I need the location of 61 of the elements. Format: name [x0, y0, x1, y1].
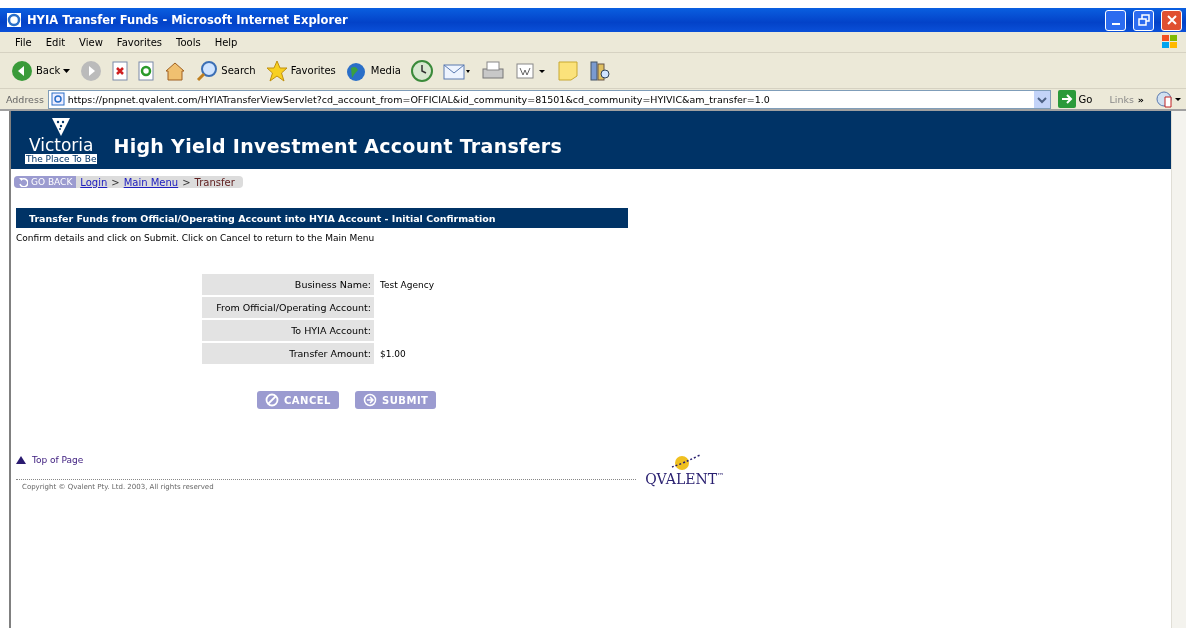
menu-item[interactable]: View	[72, 36, 110, 48]
address-field[interactable]: https://pnpnet.qvalent.com/HYIATransferViewServlet?cd_account_from=OFFICIAL&id_community=81501&cd_community=HYIVIC&am_transfer=1.0	[47, 89, 1051, 109]
breadcrumb-link[interactable]: Login	[80, 176, 108, 188]
minimize-button[interactable]	[1105, 9, 1126, 31]
restore-icon	[1137, 14, 1150, 26]
menu-item[interactable]: File	[8, 36, 39, 48]
field-value: $1.00	[380, 347, 407, 361]
up-triangle-icon	[16, 456, 26, 464]
go-button[interactable]: Go	[1054, 90, 1096, 108]
back-button[interactable]: Back	[8, 59, 74, 82]
minimize-icon	[1111, 23, 1120, 25]
menu-item[interactable]: Edit	[38, 36, 73, 48]
breadcrumb-separator: >	[182, 176, 191, 188]
logo-text: Victoria	[28, 136, 94, 154]
back-icon	[11, 59, 33, 82]
state-map-icon	[50, 116, 73, 137]
cancel-icon	[265, 393, 279, 407]
restore-button[interactable]	[1133, 9, 1154, 31]
close-icon	[1165, 14, 1178, 26]
instruction-text: Confirm details and click on Submit. Click on Cancel to return to the Main Menu	[16, 233, 376, 243]
company-logo-text: QVALENT$^{™}$	[645, 471, 724, 487]
browser-icon	[6, 12, 22, 28]
breadcrumb-separator: >	[111, 176, 120, 188]
stop-icon	[112, 60, 129, 81]
document-icon	[514, 60, 547, 81]
chevron-label[interactable]: »	[1137, 93, 1144, 105]
menu-item[interactable]: Help	[207, 36, 245, 48]
house-icon	[164, 60, 187, 81]
note-icon	[556, 59, 579, 82]
favorites-button[interactable]: Favorites	[262, 59, 339, 82]
arrow-right-icon	[363, 393, 377, 407]
menu-item[interactable]: Tools	[169, 36, 208, 48]
undo-icon	[18, 177, 28, 187]
search-icon	[196, 59, 219, 82]
breadcrumb-link[interactable]: Main Menu	[123, 176, 179, 188]
field-label: From Official/Operating Account:	[202, 297, 374, 318]
history-icon	[410, 59, 433, 82]
search-button[interactable]: Search	[193, 59, 259, 82]
logo-tagline: The Place To Be	[25, 153, 98, 164]
field-label: Transfer Amount:	[202, 343, 374, 364]
windows-flag-icon	[1160, 33, 1180, 51]
forward-icon	[80, 59, 103, 82]
section-heading: Transfer Funds from Official/Operating Account into HYIA Account - Initial Confirmation	[16, 208, 628, 228]
printer-icon	[480, 60, 505, 81]
address-label: Address	[6, 93, 44, 105]
field-value: Test Agency	[380, 278, 435, 292]
books-icon	[588, 59, 611, 82]
field-label: Business Name:	[202, 274, 374, 295]
media-button[interactable]: Media	[342, 59, 404, 82]
page-title: High Yield Investment Account Transfers	[113, 135, 563, 157]
top-of-page-link[interactable]: Top of Page	[16, 455, 636, 465]
refresh-icon	[138, 60, 155, 81]
dropdown-arrow-icon	[63, 68, 71, 73]
dropdown-icon[interactable]	[1033, 90, 1050, 108]
close-button[interactable]	[1161, 9, 1182, 31]
field-label: To HYIA Account:	[202, 320, 374, 341]
scrollbar[interactable]	[1171, 111, 1186, 628]
window-title: HYIA Transfer Funds - Microsoft Internet Explorer	[27, 13, 349, 27]
star-icon	[265, 59, 288, 82]
breadcrumb-current: Transfer	[194, 176, 235, 188]
menu-item[interactable]: Favorites	[109, 36, 169, 48]
